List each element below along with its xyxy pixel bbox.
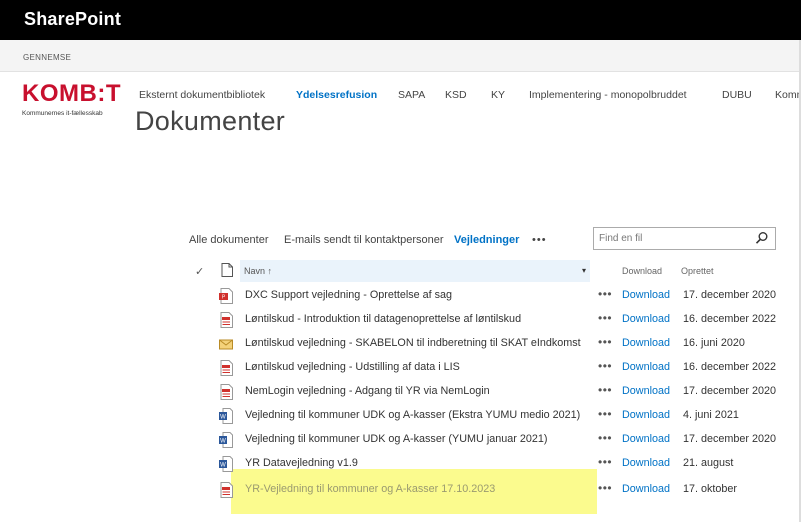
search-box[interactable]: Find en fil: [593, 227, 776, 250]
download-link[interactable]: Download: [622, 289, 670, 301]
table-row[interactable]: Løntilskud - Introduktion til datagenopr…: [0, 308, 801, 332]
sharepoint-brand[interactable]: SharePoint: [24, 9, 121, 30]
table-row[interactable]: YR-Vejledning til kommuner og A-kasser 1…: [0, 478, 801, 502]
table-row[interactable]: W YR Datavejledning v1.9 ••• Download 21…: [0, 452, 801, 476]
view-emails[interactable]: E-mails sendt til kontaktpersoner: [284, 234, 444, 246]
file-name[interactable]: Vejledning til kommuner UDK og A-kasser …: [245, 433, 547, 445]
word-document-icon: W: [219, 432, 233, 448]
created-date: 21. august: [683, 457, 734, 469]
download-link[interactable]: Download: [622, 457, 670, 469]
logo-mark: KOMB:T: [22, 80, 121, 107]
more-options-icon[interactable]: •••: [598, 431, 612, 445]
logo-subtitle: Kommunernes it-fællesskab: [22, 110, 103, 117]
pdf-document-icon: [220, 312, 233, 328]
pdf-icon: P: [219, 288, 233, 304]
search-input[interactable]: Find en fil: [599, 233, 642, 244]
download-link[interactable]: Download: [622, 385, 670, 397]
download-link[interactable]: Download: [622, 313, 670, 325]
table-row[interactable]: W Vejledning til kommuner UDK og A-kasse…: [0, 428, 801, 452]
pdf-document-icon: [220, 360, 233, 376]
file-name[interactable]: YR Datavejledning v1.9: [245, 457, 358, 469]
download-link[interactable]: Download: [622, 433, 670, 445]
nav-item-dubu[interactable]: DUBU: [722, 89, 752, 101]
view-all-documents[interactable]: Alle dokumenter: [189, 234, 269, 246]
more-options-icon[interactable]: •••: [598, 311, 612, 325]
word-document-icon: W: [219, 456, 233, 472]
more-options-icon[interactable]: •••: [598, 335, 612, 349]
created-date: 17. oktober: [683, 483, 738, 495]
file-name[interactable]: Løntilskud vejledning - Udstilling af da…: [245, 361, 460, 373]
nav-item-ksd[interactable]: KSD: [445, 89, 467, 101]
download-column-header[interactable]: Download: [622, 266, 662, 276]
svg-text:W: W: [220, 463, 226, 469]
svg-text:W: W: [220, 439, 226, 445]
nav-item-ky[interactable]: KY: [491, 89, 505, 101]
more-options-icon[interactable]: •••: [598, 481, 612, 495]
nav-item-ydelsesrefusion[interactable]: Ydelsesrefusion: [296, 89, 377, 101]
nav-item-implementering[interactable]: Implementering - monopolbruddet: [529, 89, 687, 101]
nav-item-komm[interactable]: Komm: [775, 89, 801, 101]
table-row[interactable]: Løntilskud vejledning - Udstilling af da…: [0, 356, 801, 380]
file-name[interactable]: NemLogin vejledning - Adgang til YR via …: [245, 385, 490, 397]
chevron-down-icon[interactable]: ▾: [582, 266, 586, 275]
created-date: 16. december 2022: [683, 313, 777, 325]
created-date: 16. december 2022: [683, 361, 777, 373]
nav-item-sapa[interactable]: SAPA: [398, 89, 425, 101]
download-link[interactable]: Download: [622, 361, 670, 373]
more-options-icon[interactable]: •••: [598, 455, 612, 469]
file-name[interactable]: Løntilskud vejledning - SKABELON til ind…: [245, 337, 581, 349]
views-more-button[interactable]: •••: [532, 234, 547, 246]
created-date: 17. december 2020: [683, 433, 777, 445]
created-date: 4. juni 2021: [683, 409, 739, 421]
download-link[interactable]: Download: [622, 483, 670, 495]
suite-bar: SharePoint: [0, 0, 801, 40]
more-options-icon[interactable]: •••: [598, 359, 612, 373]
created-date: 17. december 2020: [683, 289, 777, 301]
created-column-header[interactable]: Oprettet: [681, 266, 714, 276]
download-link[interactable]: Download: [622, 409, 670, 421]
select-all-checkbox[interactable]: ✓: [195, 265, 204, 278]
download-link[interactable]: Download: [622, 337, 670, 349]
table-row[interactable]: Løntilskud vejledning - SKABELON til ind…: [0, 332, 801, 356]
browse-tab[interactable]: GENNEMSE: [23, 53, 71, 62]
file-name[interactable]: Vejledning til kommuner UDK og A-kasser …: [245, 409, 580, 421]
file-name[interactable]: Løntilskud - Introduktion til datagenopr…: [245, 313, 521, 325]
more-options-icon[interactable]: •••: [598, 383, 612, 397]
pdf-document-icon: [220, 482, 233, 498]
site-logo[interactable]: KOMB:T Kommunernes it-fællesskab: [22, 80, 121, 118]
name-column-label: Navn ↑: [244, 266, 273, 276]
list-header: ✓ Navn ↑ ▾ Download Oprettet: [0, 258, 801, 284]
file-name[interactable]: YR-Vejledning til kommuner og A-kasser 1…: [245, 483, 495, 495]
table-row[interactable]: P DXC Support vejledning - Oprettelse af…: [0, 284, 801, 308]
search-icon[interactable]: [755, 231, 769, 245]
mail-icon: [219, 339, 233, 350]
created-date: 16. juni 2020: [683, 337, 745, 349]
file-name[interactable]: DXC Support vejledning - Oprettelse af s…: [245, 289, 452, 301]
table-row[interactable]: NemLogin vejledning - Adgang til YR via …: [0, 380, 801, 404]
page-title: Dokumenter: [135, 106, 286, 136]
created-date: 17. december 2020: [683, 385, 777, 397]
table-row[interactable]: W Vejledning til kommuner UDK og A-kasse…: [0, 404, 801, 428]
view-guides[interactable]: Vejledninger: [454, 234, 519, 246]
file-type-header-icon: [221, 263, 233, 277]
nav-item-eksternt[interactable]: Eksternt dokumentbibliotek: [139, 89, 265, 101]
word-document-icon: W: [219, 408, 233, 424]
more-options-icon[interactable]: •••: [598, 287, 612, 301]
name-column-header[interactable]: Navn ↑ ▾: [240, 260, 590, 282]
pdf-document-icon: [220, 384, 233, 400]
ribbon: GENNEMSE: [0, 40, 801, 72]
more-options-icon[interactable]: •••: [598, 407, 612, 421]
svg-text:W: W: [220, 415, 226, 421]
